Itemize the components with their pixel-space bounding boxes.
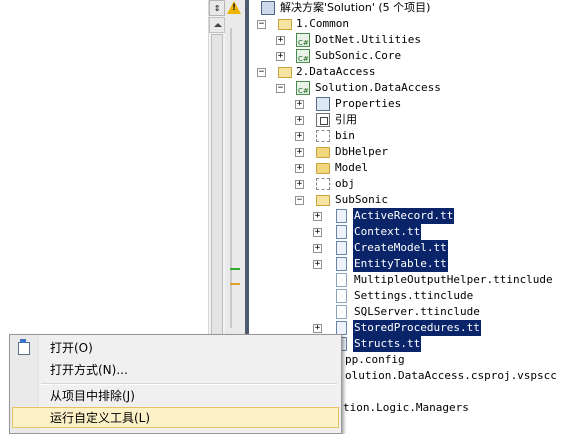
tree-item-label: SQLServer.ttinclude <box>354 305 480 318</box>
expand-icon[interactable]: + <box>295 132 304 141</box>
tree-item-label: 2.DataAccess <box>296 65 376 78</box>
tree-item-label: Context.tt <box>353 224 422 240</box>
expand-icon[interactable]: + <box>313 324 322 333</box>
expand-icon[interactable]: + <box>313 260 322 269</box>
menu-item-run-custom-tool[interactable]: 运行自定义工具(L) <box>12 407 339 428</box>
menu-item-label: 打开方式(N)... <box>50 363 128 377</box>
folder-open-icon <box>278 67 292 78</box>
tree-item-label: SubSonic.Core <box>315 49 402 62</box>
tree-item-label: Structs.tt <box>353 336 422 352</box>
tree-item-label: ActiveRecord.tt <box>353 208 455 224</box>
menu-separator <box>41 383 337 385</box>
open-file-icon <box>18 339 30 355</box>
collapse-icon[interactable]: − <box>257 68 266 77</box>
tree-item-label: Settings.ttinclude <box>354 289 474 302</box>
tree-item-label: olution.DataAccess.csproj.vspscc <box>345 369 557 382</box>
tree-item-label: Model <box>335 161 369 174</box>
warning-icon[interactable]: ! <box>227 1 241 14</box>
csharp-project-icon <box>296 49 310 67</box>
tree-item-label: DbHelper <box>335 145 388 158</box>
tree-item-label: tion.Logic.Managers <box>343 401 469 414</box>
file-icon <box>336 289 347 303</box>
folder-icon <box>316 163 330 174</box>
menu-item-label: 从项目中排除(J) <box>50 389 135 403</box>
tree-item-label: obj <box>335 177 355 190</box>
expand-icon[interactable]: + <box>313 228 322 237</box>
collapse-icon[interactable]: − <box>276 84 285 93</box>
folder-icon <box>316 147 330 158</box>
file-icon <box>336 273 347 287</box>
tree-item-label: Solution.DataAccess <box>315 81 441 94</box>
menu-item-exclude-from-project[interactable]: 从项目中排除(J) <box>12 386 339 407</box>
expand-icon[interactable]: + <box>295 180 304 189</box>
hidden-folder-icon <box>316 178 330 190</box>
menu-item-open-with[interactable]: 打开方式(N)... <box>12 360 339 381</box>
tree-item-label: 1.Common <box>296 17 349 30</box>
tree-item-label: StoredProcedures.tt <box>353 320 481 336</box>
folder-open-icon <box>316 195 330 206</box>
menu-item-label: 打开(O) <box>50 341 93 355</box>
collapse-icon[interactable]: − <box>295 196 304 205</box>
tree-item-label: Properties <box>335 97 402 110</box>
tree-item-label: DotNet.Utilities <box>315 33 421 46</box>
references-icon <box>316 113 330 127</box>
tree-item-label: 引用 <box>335 113 357 126</box>
tree-item-label: EntityTable.tt <box>353 256 448 272</box>
expand-icon[interactable]: + <box>295 116 304 125</box>
tree-item-label: bin <box>335 129 355 142</box>
tree-item-label: SubSonic <box>335 193 388 206</box>
properties-icon <box>316 97 330 111</box>
tt-file-icon <box>336 257 347 271</box>
menu-item-open[interactable]: 打开(O) <box>12 338 339 359</box>
csharp-project-icon <box>296 81 310 99</box>
expand-icon[interactable]: + <box>313 244 322 253</box>
tt-file-icon <box>336 209 347 223</box>
collapse-icon[interactable]: − <box>257 20 266 29</box>
folder-open-icon <box>278 19 292 30</box>
unsaved-change-marker <box>230 283 240 285</box>
expand-icon[interactable]: + <box>295 148 304 157</box>
tree-item-label: 解决方案'Solution' (5 个项目) <box>280 1 431 14</box>
menu-item-label: 运行自定义工具(L) <box>50 411 151 425</box>
scroll-up-arrow-icon[interactable] <box>209 17 225 33</box>
tree-item-label: CreateModel.tt <box>353 240 448 256</box>
expand-icon[interactable]: + <box>276 36 285 45</box>
tt-file-icon <box>336 225 347 239</box>
context-menu: 打开(O) 打开方式(N)... 从项目中排除(J) 运行自定义工具(L) <box>9 334 342 434</box>
expand-icon[interactable]: + <box>313 212 322 221</box>
csharp-project-icon <box>296 33 310 51</box>
tt-file-icon <box>336 321 347 335</box>
hidden-folder-icon <box>316 130 330 142</box>
tree-item-label: MultipleOutputHelper.ttinclude <box>354 273 553 286</box>
saved-change-marker <box>230 268 240 270</box>
tree-item-label: pp.config <box>345 353 405 366</box>
tt-file-icon <box>336 241 347 255</box>
expand-icon[interactable]: + <box>295 100 304 109</box>
expand-icon[interactable]: + <box>295 164 304 173</box>
solution-icon <box>261 1 275 15</box>
file-icon <box>336 305 347 319</box>
expand-icon[interactable]: + <box>276 52 285 61</box>
split-window-icon[interactable]: ⇕ <box>209 0 225 16</box>
